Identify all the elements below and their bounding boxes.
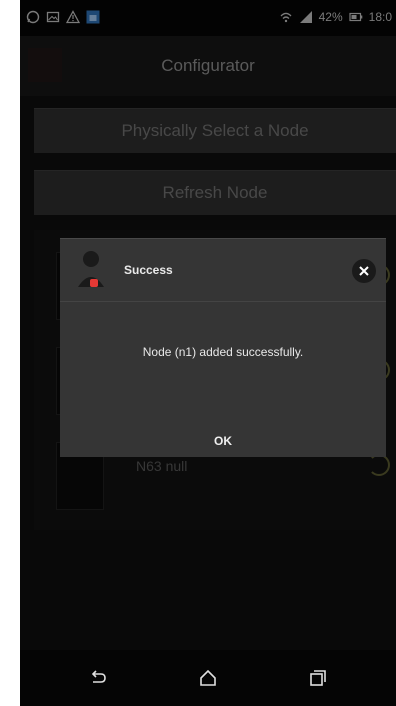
ok-button-label: OK: [214, 434, 232, 448]
dialog-title: Success: [124, 263, 173, 277]
navigation-bar: [20, 650, 396, 706]
dialog-message: Node (n1) added successfully.: [142, 345, 304, 359]
success-dialog: Success Node (n1) added successfully. OK: [60, 238, 386, 457]
back-icon[interactable]: [84, 664, 112, 692]
user-avatar-icon: [78, 251, 104, 287]
close-icon[interactable]: [352, 259, 376, 283]
recent-apps-icon[interactable]: [304, 664, 332, 692]
home-icon[interactable]: [194, 664, 222, 692]
ok-button[interactable]: OK: [60, 415, 386, 457]
phone-screen: 42% 18:0 Configurator Physically Select …: [20, 0, 396, 706]
dialog-header: Success: [60, 239, 386, 302]
